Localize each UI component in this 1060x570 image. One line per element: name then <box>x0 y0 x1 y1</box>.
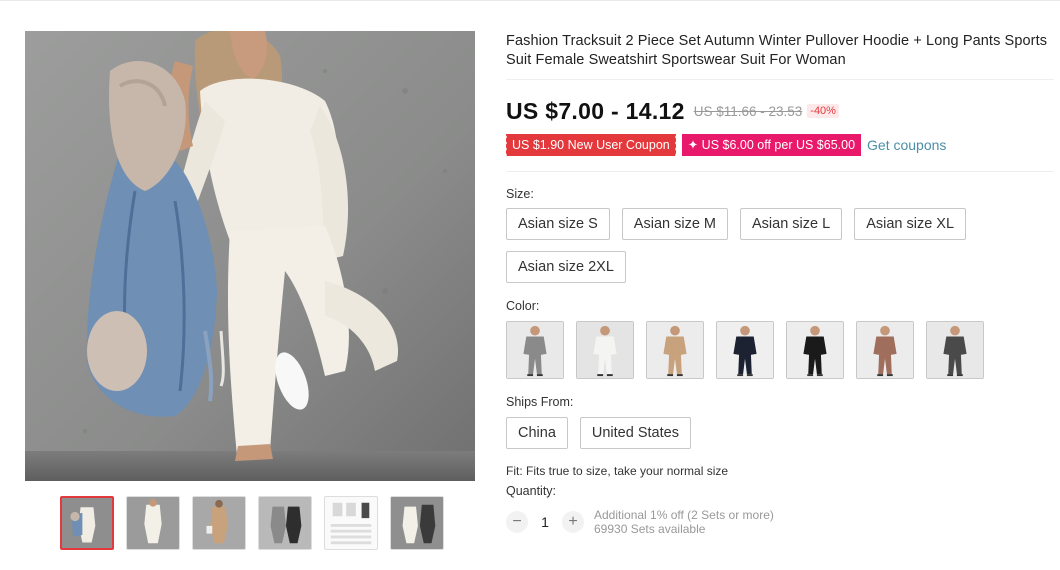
size-option-2xl[interactable]: Asian size 2XL <box>506 251 626 283</box>
ships-from-united-states[interactable]: United States <box>579 417 691 449</box>
available-stock-text: 69930 Sets available <box>594 522 706 536</box>
main-product-image[interactable] <box>25 31 475 481</box>
new-user-coupon[interactable]: US $1.90 New User Coupon <box>505 134 676 156</box>
thumbnail-grey-set[interactable] <box>258 496 312 550</box>
swatch-figure <box>717 322 773 378</box>
price-row: US $7.00 - 14.12 US $11.66 - 23.53 -40% <box>506 97 1054 125</box>
original-price: US $11.66 - 23.53 <box>693 103 803 119</box>
swatch-figure <box>927 322 983 378</box>
store-coupon[interactable]: ✦ US $6.00 off per US $65.00 <box>681 134 862 156</box>
coupon-row: US $1.90 New User Coupon ✦ US $6.00 off … <box>505 134 1054 156</box>
product-info-panel: Fashion Tracksuit 2 Piece Set Autumn Win… <box>505 32 1054 536</box>
color-label: Color: <box>506 299 540 313</box>
thumbnail-denim-jacket[interactable] <box>60 496 114 550</box>
ships-from-options: China United States <box>506 417 1054 449</box>
quantity-plus-button[interactable]: + <box>562 511 584 533</box>
swatch-figure <box>647 322 703 378</box>
thumbnail-size-chart[interactable] <box>324 496 378 550</box>
size-options: Asian size S Asian size M Asian size L A… <box>506 208 986 283</box>
size-option-l[interactable]: Asian size L <box>740 208 843 240</box>
quantity-label: Quantity: <box>506 484 557 498</box>
swatch-figure <box>507 322 563 378</box>
size-label: Size: <box>506 187 534 201</box>
thumbnail-khaki-set[interactable] <box>192 496 246 550</box>
thumbnail-white-set-alt[interactable] <box>390 496 444 550</box>
fit-note: Fit: Fits true to size, take your normal… <box>506 464 729 478</box>
color-swatches <box>506 321 1054 379</box>
quantity-info: Additional 1% off (2 Sets or more) 69930… <box>594 508 774 536</box>
current-price: US $7.00 - 14.12 <box>506 97 685 124</box>
swatch-figure <box>787 322 843 378</box>
size-option-s[interactable]: Asian size S <box>506 208 610 240</box>
quantity-value[interactable]: 1 <box>528 514 562 530</box>
coupon-divider <box>506 171 1054 172</box>
color-swatch-khaki[interactable] <box>646 321 704 379</box>
get-coupons-link[interactable]: Get coupons <box>867 137 946 153</box>
discount-badge: -40% <box>807 104 839 118</box>
color-swatch-grey[interactable] <box>506 321 564 379</box>
quantity-minus-button[interactable]: − <box>506 511 528 533</box>
quantity-stepper: − 1 + Additional 1% off (2 Sets or more)… <box>506 508 1054 536</box>
ships-from-label: Ships From: <box>506 395 574 409</box>
size-option-xl[interactable]: Asian size XL <box>854 208 967 240</box>
title-divider <box>506 79 1054 80</box>
thumbnail-white-set[interactable] <box>126 496 180 550</box>
color-swatch-navy[interactable] <box>716 321 774 379</box>
swatch-figure <box>577 322 633 378</box>
top-divider <box>0 0 1060 1</box>
size-option-m[interactable]: Asian size M <box>621 208 728 240</box>
color-swatch-dark-grey[interactable] <box>926 321 984 379</box>
additional-offer-text: Additional 1% off (2 Sets or more) <box>594 508 774 522</box>
swatch-figure <box>857 322 913 378</box>
color-swatch-white[interactable] <box>576 321 634 379</box>
thumbnail-strip <box>60 496 444 550</box>
color-swatch-black[interactable] <box>786 321 844 379</box>
product-photo-illustration <box>25 31 475 481</box>
color-swatch-brown[interactable] <box>856 321 914 379</box>
product-title: Fashion Tracksuit 2 Piece Set Autumn Win… <box>506 33 1048 68</box>
ships-from-china[interactable]: China <box>506 417 568 449</box>
